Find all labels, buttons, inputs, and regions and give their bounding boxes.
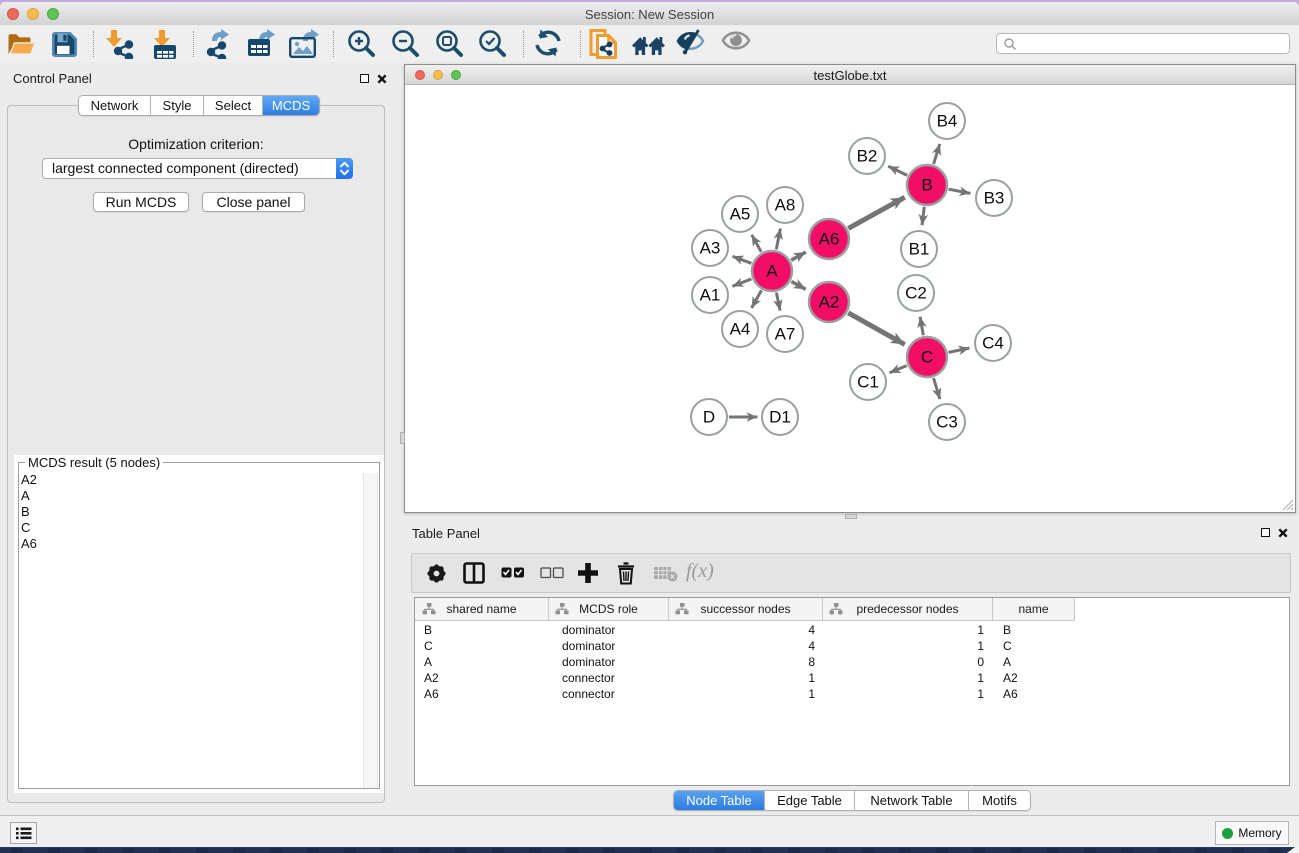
svg-text:A1: A1 [700, 286, 721, 305]
svg-text:A3: A3 [700, 239, 721, 258]
svg-text:A7: A7 [775, 325, 796, 344]
svg-text:B4: B4 [937, 112, 958, 131]
svg-text:B: B [921, 176, 932, 195]
svg-text:D1: D1 [769, 408, 791, 427]
svg-text:B1: B1 [909, 240, 930, 259]
svg-text:C4: C4 [982, 334, 1004, 353]
svg-text:A8: A8 [775, 196, 796, 215]
svg-text:A: A [766, 262, 778, 281]
svg-text:D: D [703, 408, 715, 427]
svg-text:C1: C1 [857, 373, 879, 392]
svg-text:A5: A5 [730, 205, 751, 224]
svg-text:B2: B2 [857, 147, 878, 166]
svg-text:A6: A6 [819, 230, 840, 249]
svg-text:A2: A2 [819, 293, 840, 312]
svg-text:A4: A4 [730, 320, 751, 339]
svg-text:C: C [921, 348, 933, 367]
svg-text:C3: C3 [936, 413, 958, 432]
svg-text:C2: C2 [905, 284, 927, 303]
svg-text:B3: B3 [984, 189, 1005, 208]
